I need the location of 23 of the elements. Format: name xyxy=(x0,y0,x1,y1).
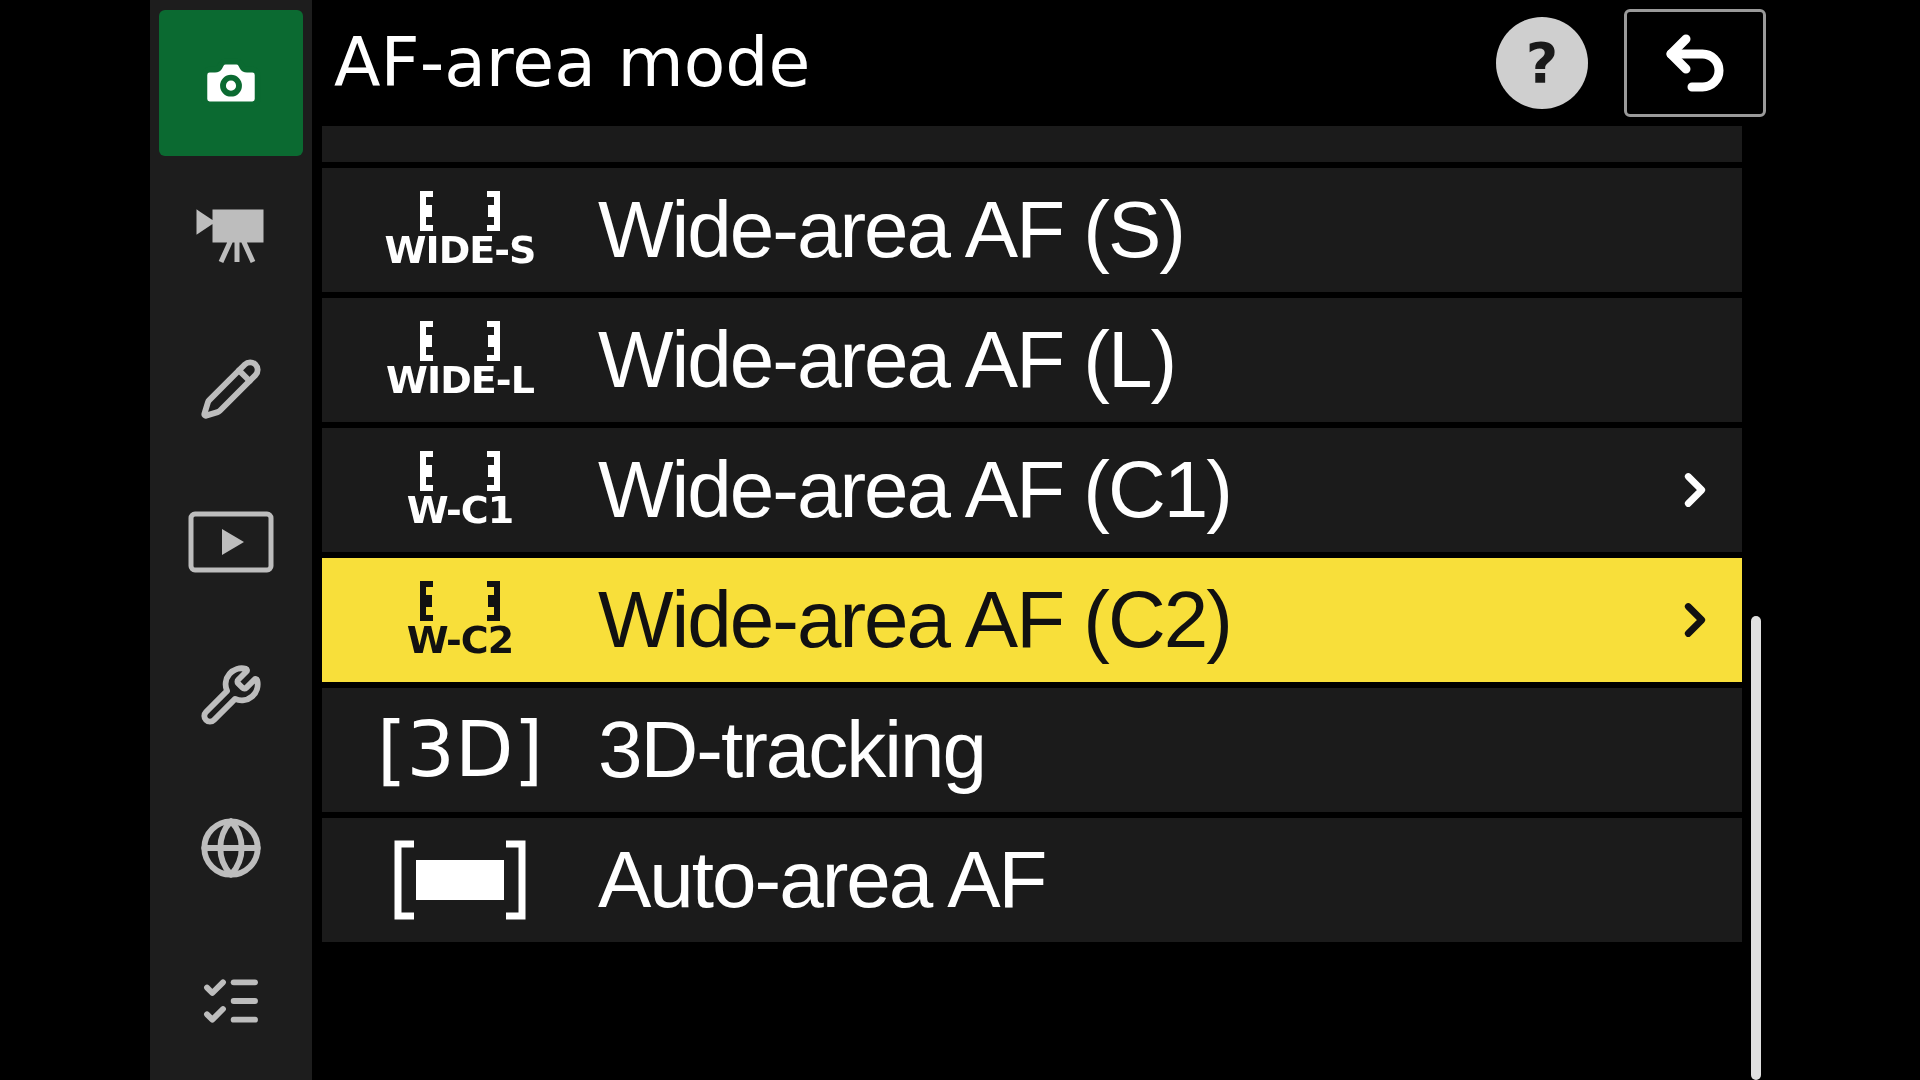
menu-item-label: Wide-area AF (L) xyxy=(598,314,1177,406)
globe-icon xyxy=(199,816,263,880)
help-button[interactable]: ? xyxy=(1496,17,1588,109)
menu-item[interactable]: W-C2 Wide-area AF (C2) xyxy=(322,558,1742,682)
menu-item-label: Wide-area AF (C1) xyxy=(598,444,1232,536)
menu-item-label: Wide-area AF (S) xyxy=(598,184,1185,276)
menu-item-label: 3D-tracking xyxy=(598,704,987,796)
af-area-icon: [3D] xyxy=(376,712,544,788)
menu-item[interactable]: Auto-area AF xyxy=(322,818,1742,942)
scrollbar[interactable] xyxy=(1751,616,1761,1080)
menu-item[interactable]: WIDE-S Wide-area AF (S) xyxy=(322,168,1742,292)
menu-item[interactable]: [3D] 3D-tracking xyxy=(322,688,1742,812)
window-title: AF-area mode xyxy=(334,22,812,104)
pencil-icon xyxy=(199,357,263,421)
wrench-icon xyxy=(199,663,263,727)
playback-icon xyxy=(188,511,274,573)
auto-area-icon xyxy=(392,840,528,920)
menu-item[interactable]: W-C1 Wide-area AF (C1) xyxy=(322,428,1742,552)
menu-item-label: Auto-area AF xyxy=(598,834,1047,926)
menu-item[interactable]: WIDE-L Wide-area AF (L) xyxy=(322,298,1742,422)
sidebar-tab[interactable] xyxy=(159,10,303,156)
back-button[interactable] xyxy=(1624,9,1766,117)
menu-item-label: Wide-area AF (C2) xyxy=(598,574,1232,666)
